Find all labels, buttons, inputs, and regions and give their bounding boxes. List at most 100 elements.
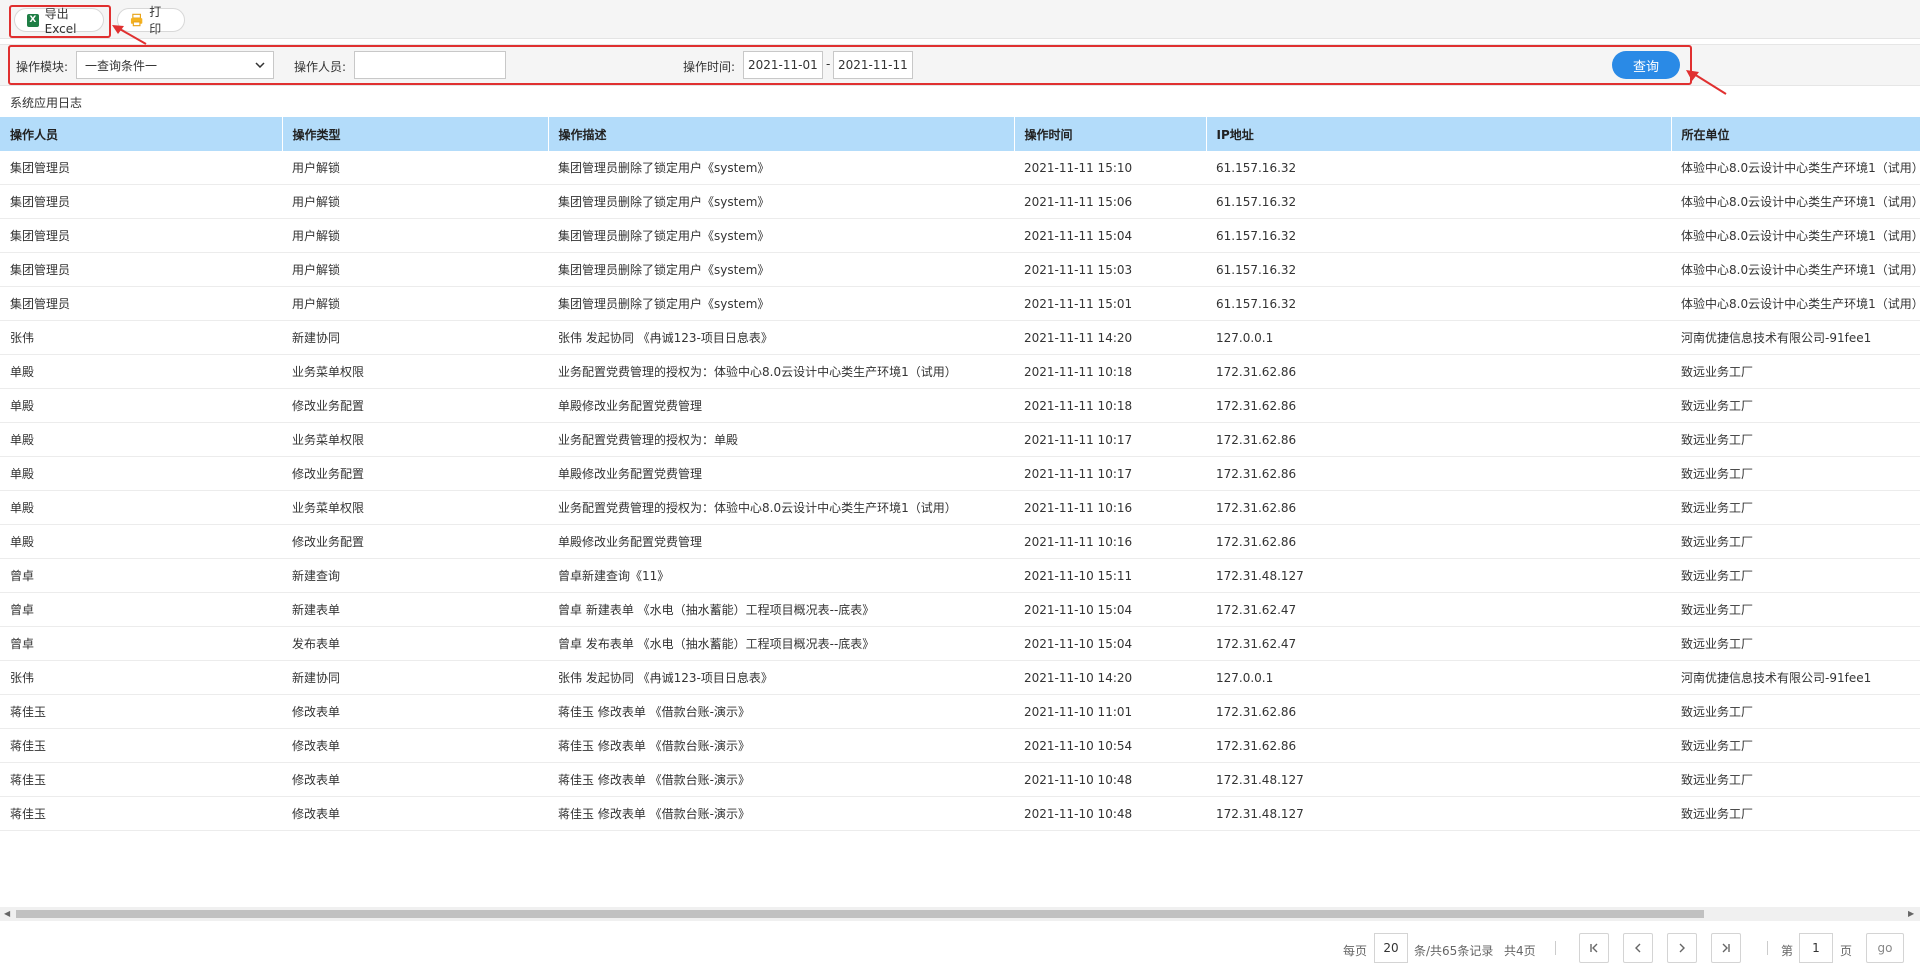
last-page-button[interactable]	[1711, 933, 1741, 963]
table-row[interactable]: 张伟 新建协同 张伟 发起协同 《冉诚123-项目日息表》 2021-11-10 14…	[0, 660, 1920, 695]
column-header-ip-address: IP地址	[1206, 117, 1672, 151]
table-row[interactable]: 集团管理员 用户解锁 集团管理员删除了锁定用户《system》 2021-11-11 …	[0, 184, 1920, 219]
table-row[interactable]: 单殿 修改业务配置 单殿修改业务配置党费管理 2021-11-11 10:18 172.…	[0, 388, 1920, 423]
table-row[interactable]: 曾卓 发布表单 曾卓 发布表单 《水电（抽水蓄能）工程项目概况表--底表》 2021-…	[0, 626, 1920, 661]
print-button[interactable]: 打印	[117, 5, 185, 36]
cell-op-type: 新建表单	[282, 592, 548, 627]
table-row[interactable]: 单殿 修改业务配置 单殿修改业务配置党费管理 2021-11-11 10:16 172.…	[0, 524, 1920, 559]
cell-operator: 集团管理员	[0, 218, 282, 253]
cell-operator: 单殿	[0, 388, 282, 423]
scrollbar-thumb[interactable]	[16, 910, 1704, 918]
cell-ip-address: 172.31.48.127	[1206, 558, 1671, 593]
table-row[interactable]: 曾卓 新建查询 曾卓新建查询《11》 2021-11-10 15:11 172.31.4…	[0, 558, 1920, 593]
operator-label: 操作人员:	[294, 60, 347, 74]
table-row[interactable]: 集团管理员 用户解锁 集团管理员删除了锁定用户《system》 2021-11-11 …	[0, 218, 1920, 253]
date-to-input[interactable]	[833, 51, 913, 79]
cell-description: 业务配置党费管理的授权为：体验中心8.0云设计中心类生产环境1（试用）	[548, 354, 1014, 389]
table-row[interactable]: 单殿 业务菜单权限 业务配置党费管理的授权为：体验中心8.0云设计中心类生产环境1（…	[0, 354, 1920, 389]
cell-op-time: 2021-11-11 10:16	[1014, 524, 1206, 559]
cell-description: 蒋佳玉 修改表单 《借款台账-演示》	[548, 796, 1014, 831]
table-row[interactable]: 张伟 新建协同 张伟 发起协同 《冉诚123-项目日息表》 2021-11-11 14…	[0, 320, 1920, 355]
cell-operator: 曾卓	[0, 592, 282, 627]
date-from-input[interactable]	[743, 51, 823, 79]
horizontal-scrollbar[interactable]: ◀ ▶	[0, 907, 1920, 921]
last-page-icon	[1722, 943, 1730, 953]
cell-description: 集团管理员删除了锁定用户《system》	[548, 252, 1014, 287]
cell-ip-address: 172.31.48.127	[1206, 796, 1671, 831]
cell-op-time: 2021-11-11 15:06	[1014, 184, 1206, 219]
cell-ip-address: 172.31.62.86	[1206, 490, 1671, 525]
per-page-input[interactable]: 20	[1374, 933, 1408, 963]
cell-organization: 致远业务工厂	[1671, 694, 1920, 729]
cell-op-time: 2021-11-10 10:54	[1014, 728, 1206, 763]
cell-operator: 集团管理员	[0, 286, 282, 321]
cell-op-time: 2021-11-10 10:48	[1014, 796, 1206, 831]
scroll-left-icon[interactable]: ◀	[4, 909, 10, 918]
total-pages-label: 共4页	[1504, 944, 1536, 958]
query-button[interactable]: 查询	[1612, 51, 1680, 79]
cell-organization: 体验中心8.0云设计中心类生产环境1（试用）	[1671, 184, 1920, 219]
cell-description: 集团管理员删除了锁定用户《system》	[548, 218, 1014, 253]
cell-op-type: 新建查询	[282, 558, 548, 593]
cell-op-type: 业务菜单权限	[282, 354, 548, 389]
cell-organization: 致远业务工厂	[1671, 490, 1920, 525]
table-row[interactable]: 蒋佳玉 修改表单 蒋佳玉 修改表单 《借款台账-演示》 2021-11-10 10:4…	[0, 762, 1920, 797]
table-row[interactable]: 蒋佳玉 修改表单 蒋佳玉 修改表单 《借款台账-演示》 2021-11-10 10:4…	[0, 796, 1920, 831]
cell-op-time: 2021-11-11 15:10	[1014, 151, 1206, 185]
cell-op-time: 2021-11-10 15:11	[1014, 558, 1206, 593]
chevron-right-icon	[1679, 943, 1685, 953]
prev-page-button[interactable]	[1623, 933, 1653, 963]
table-row[interactable]: 蒋佳玉 修改表单 蒋佳玉 修改表单 《借款台账-演示》 2021-11-10 11:0…	[0, 694, 1920, 729]
scroll-right-icon[interactable]: ▶	[1908, 909, 1914, 918]
cell-ip-address: 61.157.16.32	[1206, 218, 1671, 253]
cell-op-type: 修改表单	[282, 694, 548, 729]
cell-ip-address: 172.31.62.86	[1206, 422, 1671, 457]
go-button[interactable]: go	[1866, 933, 1904, 963]
table-row[interactable]: 单殿 业务菜单权限 业务配置党费管理的授权为：体验中心8.0云设计中心类生产环境1（…	[0, 490, 1920, 525]
cell-operator: 张伟	[0, 660, 282, 695]
cell-organization: 体验中心8.0云设计中心类生产环境1（试用）	[1671, 151, 1920, 185]
table-row[interactable]: 单殿 修改业务配置 单殿修改业务配置党费管理 2021-11-11 10:17 172.…	[0, 456, 1920, 491]
pager-divider	[1555, 941, 1556, 955]
cell-op-time: 2021-11-11 15:04	[1014, 218, 1206, 253]
cell-description: 业务配置党费管理的授权为：单殿	[548, 422, 1014, 457]
page-number-input[interactable]: 1	[1799, 933, 1833, 963]
cell-description: 曾卓 新建表单 《水电（抽水蓄能）工程项目概况表--底表》	[548, 592, 1014, 627]
table-row[interactable]: 集团管理员 用户解锁 集团管理员删除了锁定用户《system》 2021-11-11 …	[0, 151, 1920, 185]
table-row[interactable]: 曾卓 新建表单 曾卓 新建表单 《水电（抽水蓄能）工程项目概况表--底表》 2021-…	[0, 592, 1920, 627]
module-label: 操作模块:	[16, 60, 69, 74]
cell-operator: 单殿	[0, 524, 282, 559]
page-suffix-label: 页	[1840, 944, 1853, 958]
export-excel-button[interactable]: X 导出Excel	[14, 7, 104, 36]
cell-organization: 致远业务工厂	[1671, 626, 1920, 661]
cell-op-time: 2021-11-11 10:17	[1014, 422, 1206, 457]
table-row[interactable]: 集团管理员 用户解锁 集团管理员删除了锁定用户《system》 2021-11-11 …	[0, 286, 1920, 321]
cell-organization: 致远业务工厂	[1671, 388, 1920, 423]
filter-bar: 操作模块: 一查询条件一 操作人员: 操作时间: - 查询	[0, 44, 1920, 86]
table-row[interactable]: 蒋佳玉 修改表单 蒋佳玉 修改表单 《借款台账-演示》 2021-11-10 10:5…	[0, 728, 1920, 763]
cell-operator: 单殿	[0, 354, 282, 389]
cell-op-time: 2021-11-10 11:01	[1014, 694, 1206, 729]
first-page-button[interactable]	[1579, 933, 1609, 963]
table-row[interactable]: 集团管理员 用户解锁 集团管理员删除了锁定用户《system》 2021-11-11 …	[0, 252, 1920, 287]
next-page-button[interactable]	[1667, 933, 1697, 963]
cell-description: 集团管理员删除了锁定用户《system》	[548, 286, 1014, 321]
cell-ip-address: 61.157.16.32	[1206, 184, 1671, 219]
cell-operator: 张伟	[0, 320, 282, 355]
cell-ip-address: 172.31.62.47	[1206, 592, 1671, 627]
cell-description: 蒋佳玉 修改表单 《借款台账-演示》	[548, 728, 1014, 763]
operator-input[interactable]	[354, 51, 506, 79]
system-log-page: X 导出Excel 打印 操作模块: 一查询条件一 操作人员: 操作时间: - …	[0, 0, 1920, 977]
cell-op-type: 业务菜单权限	[282, 490, 548, 525]
cell-description: 单殿修改业务配置党费管理	[548, 524, 1014, 559]
cell-ip-address: 172.31.62.86	[1206, 388, 1671, 423]
cell-op-time: 2021-11-11 10:17	[1014, 456, 1206, 491]
cell-organization: 致远业务工厂	[1671, 422, 1920, 457]
table-row[interactable]: 单殿 业务菜单权限 业务配置党费管理的授权为：单殿 2021-11-11 10:17 1…	[0, 422, 1920, 457]
module-select[interactable]: 一查询条件一	[76, 51, 274, 79]
cell-operator: 集团管理员	[0, 252, 282, 287]
cell-op-type: 用户解锁	[282, 218, 548, 253]
cell-description: 蒋佳玉 修改表单 《借款台账-演示》	[548, 694, 1014, 729]
cell-description: 集团管理员删除了锁定用户《system》	[548, 151, 1014, 185]
cell-ip-address: 61.157.16.32	[1206, 151, 1671, 185]
